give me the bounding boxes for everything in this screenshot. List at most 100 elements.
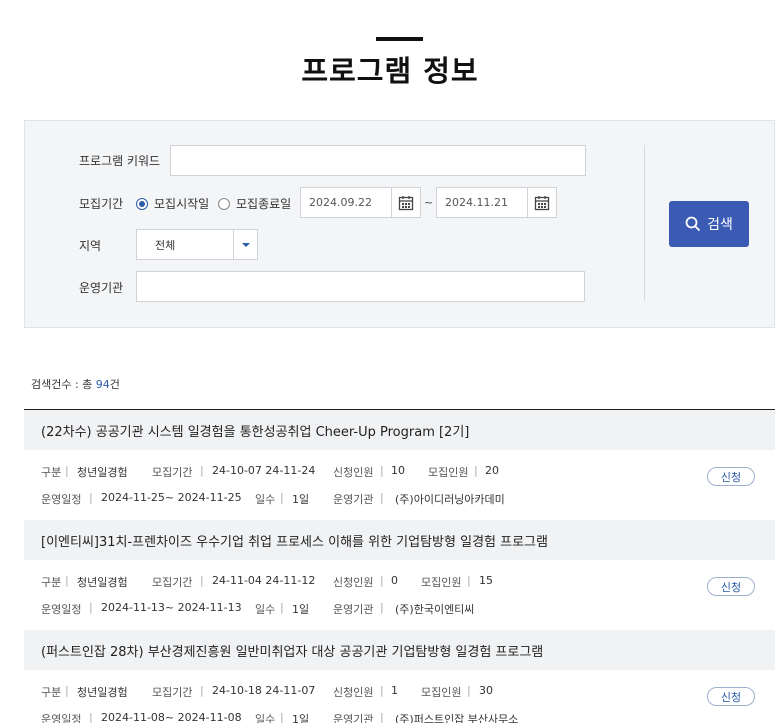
- value-org: (주)아이디러닝아카데미: [395, 493, 505, 506]
- region-selected-value: 전체: [155, 238, 176, 252]
- keyword-input[interactable]: [170, 145, 586, 176]
- value-schedule: 2024-11-13~ 2024-11-13: [101, 601, 242, 614]
- separator: |: [89, 601, 93, 614]
- separator: |: [280, 601, 284, 614]
- value-org: (주)퍼스트인잡 부산사무소: [395, 713, 519, 723]
- label-schedule: 운영일정: [41, 603, 82, 616]
- label-period: 모집기간: [152, 466, 193, 479]
- date-to-value: 2024.11.21: [445, 196, 508, 209]
- value-applicants: 0: [391, 574, 398, 587]
- org-label: 운영기관: [79, 281, 124, 295]
- apply-button[interactable]: 신청: [707, 467, 755, 486]
- radio-start-label: 모집시작일: [154, 197, 210, 211]
- value-applicants: 10: [391, 464, 405, 477]
- radio-start-indicator: [136, 197, 148, 210]
- label-days: 일수: [255, 603, 276, 616]
- search-button[interactable]: 검색: [669, 201, 749, 247]
- page-title: 프로그램 정보: [301, 54, 479, 88]
- separator: |: [474, 464, 478, 477]
- label-period: 모집기간: [152, 686, 193, 699]
- separator: |: [89, 491, 93, 504]
- org-input[interactable]: [136, 271, 585, 302]
- keyword-label: 프로그램 키워드: [79, 154, 161, 168]
- region-select[interactable]: 전체: [136, 229, 258, 260]
- label-applicants: 신청인원: [333, 686, 374, 699]
- period-label: 모집기간: [79, 197, 124, 211]
- separator: |: [200, 464, 204, 477]
- separator: |: [380, 684, 384, 697]
- separator: |: [200, 574, 204, 587]
- separator: |: [65, 574, 69, 587]
- label-days: 일수: [255, 713, 276, 723]
- calendar-icon: [398, 195, 414, 210]
- apply-button[interactable]: 신청: [707, 687, 755, 706]
- radio-end-label: 모집종료일: [236, 197, 292, 211]
- result-count-prefix: 검색건수 : 총: [31, 378, 96, 391]
- program-details: 구분 | 청년일경험 모집기간 | 24-10-07 24-11-24 신청인원…: [24, 450, 775, 520]
- region-label: 지역: [79, 239, 102, 253]
- label-type: 구분: [41, 466, 62, 479]
- result-count: 검색건수 : 총 94건: [31, 376, 120, 392]
- label-recruit: 모집인원: [428, 466, 469, 479]
- value-type: 청년일경험: [77, 686, 128, 699]
- value-days: 1일: [292, 713, 310, 723]
- result-count-suffix: 건: [109, 378, 120, 391]
- radio-end-date[interactable]: 모집종료일: [218, 195, 291, 212]
- date-from-input[interactable]: 2024.09.22: [300, 187, 392, 218]
- label-schedule: 운영일정: [41, 713, 82, 723]
- label-period: 모집기간: [152, 576, 193, 589]
- radio-end-indicator: [218, 197, 230, 210]
- separator: |: [65, 464, 69, 477]
- value-schedule: 2024-11-25~ 2024-11-25: [101, 491, 242, 504]
- calendar-icon: [534, 195, 550, 210]
- label-schedule: 운영일정: [41, 493, 82, 506]
- label-org: 운영기관: [333, 493, 374, 506]
- program-item: [이엔티씨]31치-프렌차이즈 우수기업 취업 프로세스 이해를 위한 기업탐방…: [24, 520, 775, 630]
- value-period: 24-10-07 24-11-24: [212, 464, 316, 477]
- separator: |: [280, 711, 284, 723]
- separator: |: [89, 711, 93, 723]
- title-accent-bar: [376, 37, 423, 41]
- value-org: (주)한국이엔티씨: [395, 603, 475, 616]
- separator: |: [280, 491, 284, 504]
- program-title[interactable]: (퍼스트인잡 28차) 부산경제진흥원 일반미취업자 대상 공공기관 기업탐방형…: [24, 630, 775, 670]
- search-divider: [644, 145, 645, 301]
- separator: |: [467, 574, 471, 587]
- separator: |: [380, 711, 384, 723]
- search-icon: [685, 216, 701, 232]
- value-recruit: 15: [479, 574, 493, 587]
- program-details: 구분 | 청년일경험 모집기간 | 24-11-04 24-11-12 신청인원…: [24, 560, 775, 630]
- separator: |: [380, 574, 384, 587]
- calendar-from-button[interactable]: [391, 187, 421, 218]
- value-period: 24-10-18 24-11-07: [212, 684, 316, 697]
- program-title[interactable]: [이엔티씨]31치-프렌차이즈 우수기업 취업 프로세스 이해를 위한 기업탐방…: [24, 520, 775, 560]
- calendar-to-button[interactable]: [527, 187, 557, 218]
- date-to-input[interactable]: 2024.11.21: [436, 187, 528, 218]
- separator: |: [467, 684, 471, 697]
- label-applicants: 신청인원: [333, 576, 374, 589]
- program-details: 구분 | 청년일경험 모집기간 | 24-10-18 24-11-07 신청인원…: [24, 670, 775, 723]
- date-range-separator: ~: [424, 196, 434, 209]
- value-type: 청년일경험: [77, 466, 128, 479]
- separator: |: [380, 601, 384, 614]
- separator: |: [65, 684, 69, 697]
- value-schedule: 2024-11-08~ 2024-11-08: [101, 711, 242, 723]
- label-org: 운영기관: [333, 713, 374, 723]
- value-days: 1일: [292, 603, 310, 616]
- value-recruit: 30: [479, 684, 493, 697]
- label-recruit: 모집인원: [421, 686, 462, 699]
- value-recruit: 20: [485, 464, 499, 477]
- radio-start-date[interactable]: 모집시작일: [136, 195, 209, 212]
- separator: |: [380, 491, 384, 504]
- separator: |: [380, 464, 384, 477]
- program-item: (퍼스트인잡 28차) 부산경제진흥원 일반미취업자 대상 공공기관 기업탐방형…: [24, 630, 775, 723]
- label-type: 구분: [41, 576, 62, 589]
- apply-button[interactable]: 신청: [707, 577, 755, 596]
- value-applicants: 1: [391, 684, 398, 697]
- value-type: 청년일경험: [77, 576, 128, 589]
- program-item: (22차수) 공공기관 시스템 일경험을 통한성공취업 Cheer-Up Pro…: [24, 410, 775, 520]
- search-button-label: 검색: [707, 217, 733, 233]
- program-title[interactable]: (22차수) 공공기관 시스템 일경험을 통한성공취업 Cheer-Up Pro…: [24, 410, 775, 450]
- label-type: 구분: [41, 686, 62, 699]
- label-days: 일수: [255, 493, 276, 506]
